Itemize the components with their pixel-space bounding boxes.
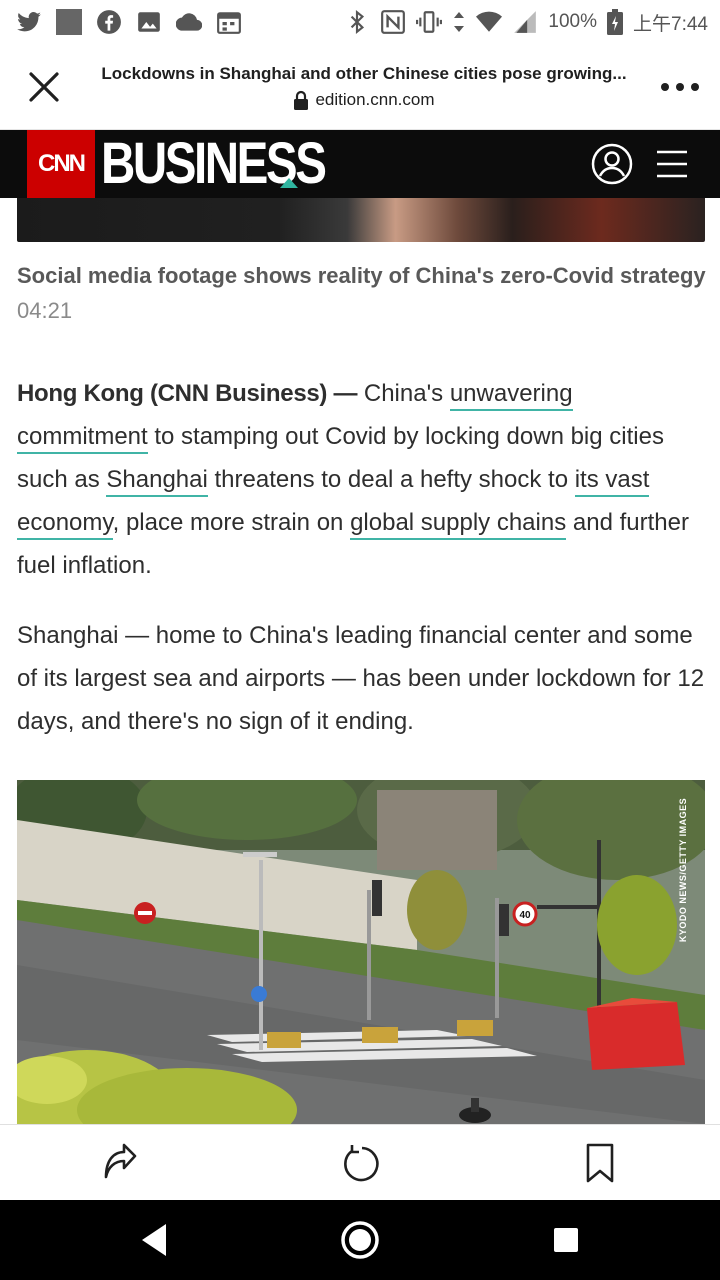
tab-info: Lockdowns in Shanghai and other Chinese … [88,64,640,110]
facebook-icon [96,9,122,35]
recents-button[interactable] [542,1216,590,1264]
close-icon [29,71,59,102]
speed-limit-sign: 40 [519,910,531,921]
home-button[interactable] [336,1216,384,1264]
clock: 上午7:44 [633,13,708,35]
home-circle-icon [341,1221,379,1259]
url-text: edition.cnn.com [315,89,435,109]
dateline: Hong Kong (CNN Business) — [17,380,358,407]
vibrate-icon [416,9,443,35]
link-global-supply-chains[interactable]: global supply chains [350,509,567,540]
back-triangle-icon [142,1224,166,1256]
photo-credit-text: KYODO NEWS/GETTY IMAGES [678,797,689,943]
twitter-icon [16,9,42,35]
system-nav-bar [0,1200,720,1280]
video-caption[interactable]: Social media footage shows reality of Ch… [17,258,707,328]
image-icon [136,9,162,35]
video-caption-title: Social media footage shows reality of Ch… [17,263,706,288]
bottom-toolbar [0,1124,720,1200]
share-icon [104,1143,137,1179]
user-icon [591,143,633,185]
bookmark-icon [586,1143,614,1183]
wifi-icon [476,9,503,35]
calendar-icon [216,9,242,35]
close-button[interactable] [0,44,88,130]
video-thumbnail[interactable] [17,198,705,242]
gray-square-icon [56,9,82,35]
share-button[interactable] [96,1139,144,1187]
page-url: edition.cnn.com [293,89,435,110]
site-header: CNN BUSINESS [0,130,720,198]
reload-button[interactable] [336,1139,384,1187]
article-paragraph-1: Hong Kong (CNN Business) — China's unwav… [17,372,707,587]
bookmark-button[interactable] [576,1139,624,1187]
account-button[interactable] [590,142,634,186]
street-scene-illustration: 40 [17,780,705,1124]
text-segment: threatens to deal a hefty shock to [207,466,575,493]
status-bar: 100% 上午7:44 [0,0,720,44]
back-button[interactable] [130,1216,178,1264]
cloud-icon [176,9,202,35]
battery-icon [607,9,624,35]
cnn-logo-text: CNN [38,150,86,177]
battery-percent: 100% [548,11,598,32]
more-options-button[interactable] [640,44,720,130]
nfc-icon [380,9,406,35]
more-dots-icon [661,82,699,91]
hamburger-icon [657,150,687,178]
signal-icon [512,9,538,35]
lock-icon [294,90,309,110]
bluetooth-icon [344,9,370,35]
text-segment: China's [357,380,450,407]
article-paragraph-2: Shanghai — home to China's leading finan… [17,622,705,735]
video-duration: 04:21 [17,298,73,323]
menu-button[interactable] [654,146,690,182]
photo-credit: KYODO NEWS/GETTY IMAGES [668,790,698,950]
data-arrows-icon [452,9,466,35]
accent-triangle [280,178,298,188]
page-title: Lockdowns in Shanghai and other Chinese … [101,63,627,83]
text-segment: , place more strain on [112,509,351,536]
reload-icon [344,1145,379,1182]
recents-square-icon [554,1228,578,1252]
cnn-logo[interactable]: CNN [27,130,95,198]
article-photo[interactable]: 40 [17,780,705,1124]
custom-tab-bar: Lockdowns in Shanghai and other Chinese … [0,44,720,130]
link-shanghai[interactable]: Shanghai [106,466,208,497]
